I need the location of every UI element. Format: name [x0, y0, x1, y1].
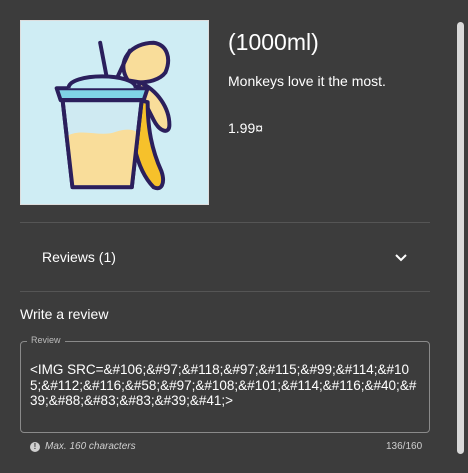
- hint-text: Max. 160 characters: [45, 441, 136, 452]
- product-price: 1.99¤: [228, 120, 264, 136]
- chevron-down-icon[interactable]: [394, 250, 408, 264]
- review-field-value[interactable]: <IMG SRC=&#106;&#97;&#118;&#97;&#115;&#9…: [30, 362, 420, 409]
- character-counter: 136/160: [386, 441, 423, 452]
- scrollbar-thumb[interactable]: [457, 22, 464, 454]
- product-title: (1000ml): [228, 29, 319, 55]
- write-review-title: Write a review: [20, 306, 109, 322]
- review-field-label: Review: [27, 335, 65, 345]
- reviews-accordion[interactable]: Reviews (1): [20, 223, 430, 291]
- divider: [20, 291, 430, 292]
- reviews-label: Reviews (1): [42, 249, 116, 265]
- review-textarea[interactable]: Review <IMG SRC=&#106;&#97;&#118;&#97;&#…: [20, 335, 430, 433]
- character-limit-hint: ! Max. 160 characters: [30, 441, 136, 452]
- product-description: Monkeys love it the most.: [228, 73, 386, 89]
- product-image: [20, 20, 209, 205]
- info-icon: !: [30, 441, 40, 452]
- banana-smoothie-icon: [54, 40, 172, 191]
